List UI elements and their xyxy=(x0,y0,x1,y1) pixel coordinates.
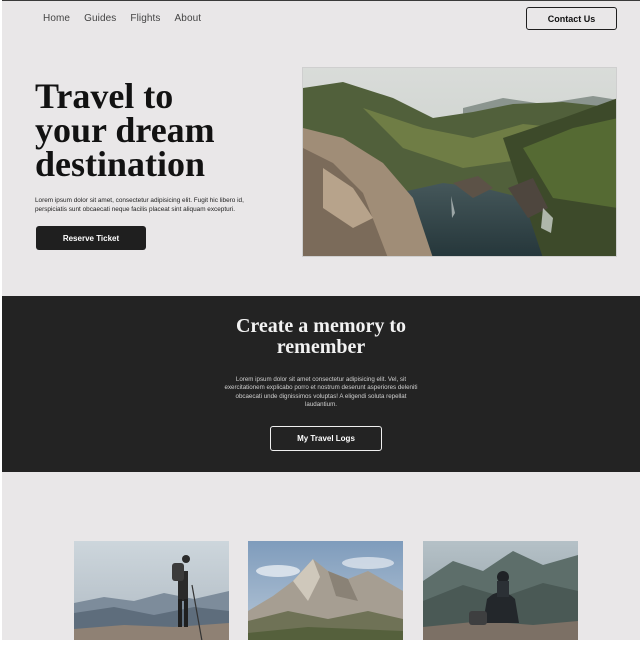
memory-title: Create a memory to remember xyxy=(201,316,441,358)
memory-title-line-1: Create a memory to xyxy=(235,315,407,337)
top-navigation: Home Guides Flights About Contact Us xyxy=(2,1,640,37)
nav-link-guides[interactable]: Guides xyxy=(84,13,116,24)
memory-description: Lorem ipsum dolor sit amet consectetur a… xyxy=(224,376,418,408)
nav-link-about[interactable]: About xyxy=(175,13,202,24)
gallery-image-hiker xyxy=(74,541,229,640)
hero-description: Lorem ipsum dolor sit amet, consectetur … xyxy=(35,197,244,213)
gallery-image-mountain xyxy=(248,541,403,640)
hero-title-line-3: destination xyxy=(35,144,206,184)
memory-title-line-2: remember xyxy=(276,336,366,358)
hero-landscape-image xyxy=(302,67,617,257)
nav-link-flights[interactable]: Flights xyxy=(130,13,160,24)
reserve-ticket-button[interactable]: Reserve Ticket xyxy=(36,226,146,250)
hero-title: Travel to your dream destination xyxy=(35,78,285,184)
nav-link-home[interactable]: Home xyxy=(43,13,70,24)
contact-us-button[interactable]: Contact Us xyxy=(526,7,617,30)
gallery-image-sitting-traveler xyxy=(423,541,578,640)
memory-section: Create a memory to remember Lorem ipsum … xyxy=(2,296,640,472)
page: Home Guides Flights About Contact Us Tra… xyxy=(2,0,640,640)
nav-links: Home Guides Flights About xyxy=(43,13,201,24)
my-travel-logs-button[interactable]: My Travel Logs xyxy=(270,426,382,451)
